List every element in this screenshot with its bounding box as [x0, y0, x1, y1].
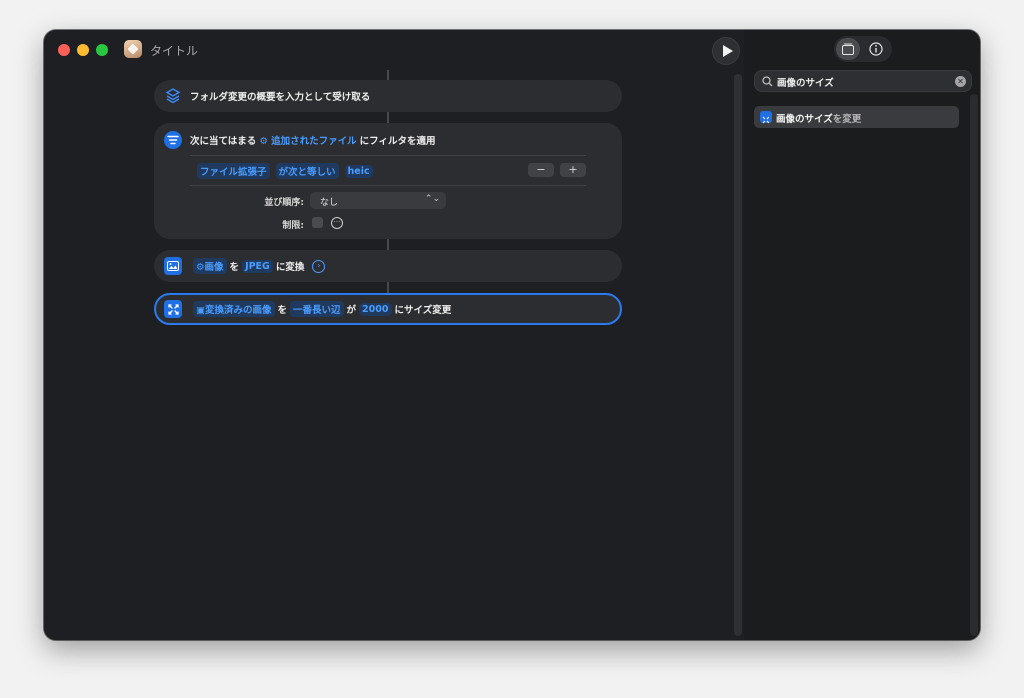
format-token[interactable]: JPEG: [242, 259, 273, 273]
window-title[interactable]: タイトル: [150, 42, 198, 59]
library-tab[interactable]: [836, 38, 860, 60]
limit-label: 制限:: [282, 221, 304, 231]
chevron-right-circle-icon[interactable]: ›: [312, 259, 326, 273]
resize-input-label: 変換済みの画像: [204, 305, 272, 316]
sidebar-segmented-control: [834, 36, 892, 62]
shortcut-icon[interactable]: [124, 40, 142, 58]
filter-action-icon: [164, 131, 182, 149]
edge-token[interactable]: 一番長い辺: [290, 301, 344, 317]
clear-search-icon[interactable]: ✕: [955, 76, 966, 87]
close-window-button[interactable]: [58, 44, 70, 56]
search-result-label: 画像のサイズを変更: [776, 111, 861, 125]
image-action-icon: [164, 257, 182, 275]
action-search-field[interactable]: 画像のサイズ ✕: [754, 70, 972, 92]
filter-suffix: にフィルタを適用: [359, 136, 436, 147]
action-card-folder[interactable]: フォルダ変更の概要を入力として受け取る: [154, 80, 622, 112]
divider: [190, 185, 586, 186]
library-icon: [842, 43, 854, 55]
convert-input-label: 画像: [204, 262, 224, 273]
convert-suffix: に変換: [275, 262, 305, 273]
details-tab[interactable]: [864, 38, 888, 60]
resize-particle-wo: を: [277, 305, 288, 316]
limit-stepper-icon[interactable]: ···: [331, 217, 343, 229]
folder-action-icon: [164, 87, 182, 105]
editor-scrollbar[interactable]: [734, 74, 742, 636]
action-card-convert[interactable]: ⚙画像 を JPEG に変換 ›: [154, 250, 622, 282]
search-icon: [762, 76, 773, 87]
action-card-resize[interactable]: ▣変換済みの画像 を 一番長い辺 が 2000 にサイズ変更: [154, 293, 622, 325]
size-token[interactable]: 2000: [359, 302, 392, 316]
gear-icon: ⚙: [196, 262, 205, 273]
sort-order-value: なし: [320, 198, 339, 208]
flow-connector: [387, 239, 389, 250]
result-highlight: 画像のサイズ: [776, 114, 833, 125]
resize-particle-ga: が: [346, 305, 357, 316]
convert-input-token[interactable]: ⚙画像: [193, 258, 227, 274]
remove-condition-button[interactable]: −: [528, 163, 554, 177]
play-icon: [723, 45, 733, 57]
info-icon: [869, 42, 883, 56]
limit-checkbox[interactable]: [312, 217, 323, 228]
resize-suffix: にサイズ変更: [394, 305, 452, 316]
action-card-filter[interactable]: 次に当てはまる ⚙ 追加されたファイル にフィルタを適用 ファイル拡張子 が次と…: [154, 123, 622, 239]
divider: [190, 155, 586, 156]
filter-prefix: 次に当てはまる: [190, 136, 257, 147]
condition-field-token[interactable]: ファイル拡張子: [197, 163, 270, 179]
resize-action-icon: [164, 300, 182, 318]
titlebar: タイトル: [44, 30, 744, 70]
resize-input-token[interactable]: ▣変換済みの画像: [193, 301, 275, 317]
filter-input-label: 追加されたファイル: [271, 136, 357, 147]
sort-order-select[interactable]: なし ⌃⌄: [310, 192, 446, 209]
resize-action-icon: [760, 111, 772, 124]
minimize-window-button[interactable]: [77, 44, 89, 56]
flow-connector: [387, 70, 389, 80]
search-result-item[interactable]: 画像のサイズを変更: [754, 106, 959, 128]
sidebar-scrollbar[interactable]: [970, 94, 978, 636]
result-rest: を変更: [832, 114, 862, 125]
flow-connector: [387, 282, 389, 293]
flow-connector: [387, 112, 389, 123]
image-icon: ▣: [196, 305, 205, 316]
folder-action-text: フォルダ変更の概要を入力として受け取る: [190, 92, 371, 103]
search-input-value[interactable]: 画像のサイズ: [777, 75, 834, 89]
convert-particle: を: [229, 262, 240, 273]
shortcuts-window: タイトル フォルダ変更の概要を入力として受け取る 次に当てはまる ⚙ 追加された…: [44, 30, 980, 640]
action-library-sidebar: 画像のサイズ ✕ 画像のサイズを変更: [744, 30, 980, 640]
sort-label: 並び順序:: [264, 198, 304, 208]
add-condition-button[interactable]: +: [560, 163, 586, 177]
condition-value-token[interactable]: heic: [344, 164, 373, 178]
run-button[interactable]: [712, 37, 740, 65]
condition-operator-token[interactable]: が次と等しい: [275, 163, 339, 179]
filter-input-token[interactable]: ⚙ 追加されたファイル: [259, 133, 356, 147]
editor-pane: タイトル フォルダ変更の概要を入力として受け取る 次に当てはまる ⚙ 追加された…: [44, 30, 744, 640]
zoom-window-button[interactable]: [96, 44, 108, 56]
chevron-updown-icon: ⌃⌄: [424, 194, 440, 204]
gear-icon: ⚙: [259, 136, 268, 147]
